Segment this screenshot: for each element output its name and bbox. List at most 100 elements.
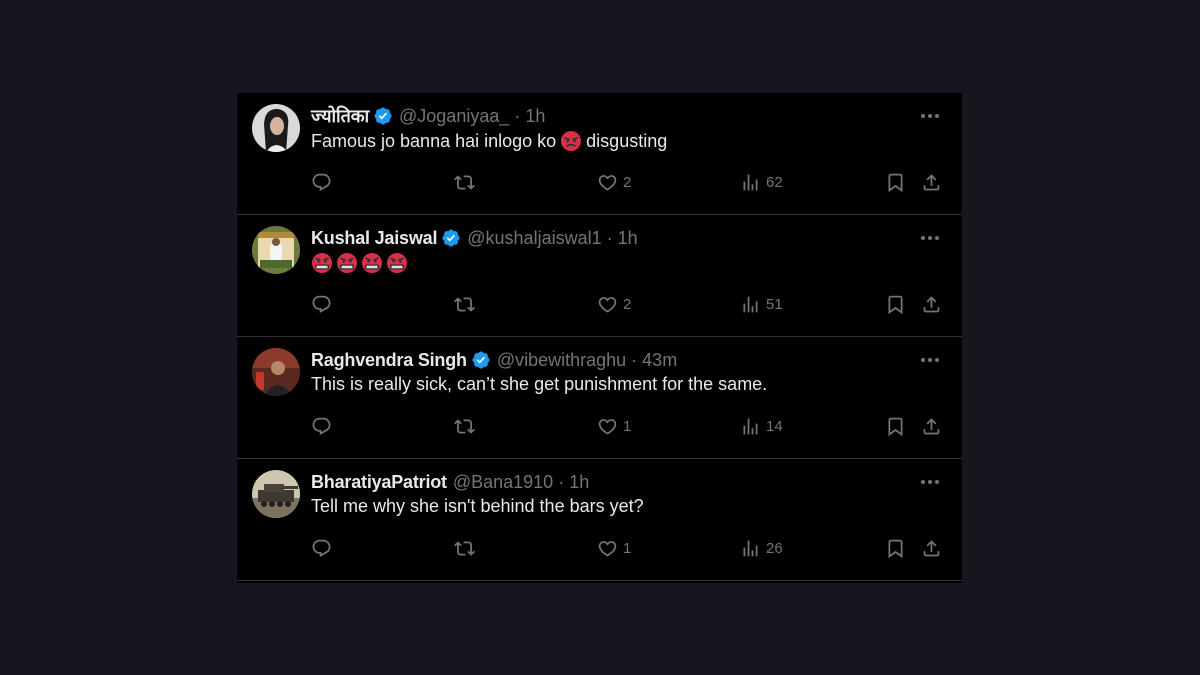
retweet-button[interactable] bbox=[454, 293, 475, 315]
author-handle[interactable]: @Bana1910 bbox=[453, 472, 553, 493]
tweet-text-part: Famous jo banna hai inlogo ko bbox=[311, 130, 557, 151]
views-button[interactable]: 51 bbox=[740, 293, 783, 315]
like-button[interactable]: 1 bbox=[597, 415, 631, 437]
author-name[interactable]: Raghvendra Singh bbox=[311, 350, 467, 371]
views-button[interactable]: 14 bbox=[740, 415, 783, 437]
share-icon bbox=[921, 538, 942, 559]
views-count: 26 bbox=[766, 539, 783, 557]
share-icon bbox=[921, 172, 942, 193]
share-icon bbox=[921, 416, 942, 437]
reply-button[interactable] bbox=[311, 293, 332, 315]
avatar[interactable] bbox=[252, 348, 300, 396]
action-bar: 2 51 bbox=[311, 293, 942, 315]
reply-tweet[interactable]: Raghvendra Singh @vibewithraghu · 43m Th… bbox=[237, 337, 962, 459]
separator: · bbox=[606, 227, 613, 248]
action-bar: 1 14 bbox=[311, 415, 942, 437]
views-count: 62 bbox=[766, 173, 783, 191]
retweet-icon bbox=[454, 538, 475, 559]
tweet-text bbox=[311, 252, 408, 274]
replies-panel: ज्योतिका @Joganiyaa_ · 1h Famous jo bann… bbox=[237, 93, 962, 583]
reply-icon bbox=[311, 172, 332, 193]
views-icon bbox=[740, 294, 761, 315]
separator: · bbox=[558, 471, 565, 492]
action-bar: 1 26 bbox=[311, 537, 942, 559]
reply-tweet[interactable]: ज्योतिका @Joganiyaa_ · 1h Famous jo bann… bbox=[237, 93, 962, 215]
share-icon bbox=[921, 294, 942, 315]
views-icon bbox=[740, 538, 761, 559]
more-icon[interactable] bbox=[918, 227, 942, 249]
more-icon[interactable] bbox=[918, 349, 942, 371]
bookmark-icon bbox=[885, 172, 906, 193]
reply-button[interactable] bbox=[311, 171, 332, 193]
cursing-face-emoji bbox=[386, 252, 408, 274]
bookmark-button[interactable] bbox=[885, 171, 906, 193]
like-button[interactable]: 1 bbox=[597, 537, 631, 559]
retweet-icon bbox=[454, 294, 475, 315]
reply-tweet[interactable]: BharatiyaPatriot @Bana1910 · 1h Tell me … bbox=[237, 459, 962, 581]
bookmark-icon bbox=[885, 416, 906, 437]
timestamp[interactable]: 43m bbox=[642, 350, 677, 371]
share-button[interactable] bbox=[921, 537, 942, 559]
cursing-face-emoji bbox=[311, 252, 333, 274]
author-name[interactable]: ज्योतिका bbox=[311, 104, 369, 128]
tweet-text: This is really sick, can’t she get punis… bbox=[311, 374, 768, 394]
avatar[interactable] bbox=[252, 470, 300, 518]
retweet-button[interactable] bbox=[454, 171, 475, 193]
heart-icon bbox=[597, 172, 618, 193]
verified-badge-icon bbox=[441, 228, 461, 248]
retweet-button[interactable] bbox=[454, 537, 475, 559]
like-button[interactable]: 2 bbox=[597, 171, 631, 193]
author-handle[interactable]: @vibewithraghu bbox=[497, 350, 626, 371]
reply-button[interactable] bbox=[311, 537, 332, 559]
like-count: 2 bbox=[623, 295, 632, 313]
reply-icon bbox=[311, 416, 332, 437]
bookmark-button[interactable] bbox=[885, 415, 906, 437]
tweet-text: Tell me why she isn't behind the bars ye… bbox=[311, 496, 644, 516]
share-button[interactable] bbox=[921, 171, 942, 193]
avatar[interactable] bbox=[252, 104, 300, 152]
reply-icon bbox=[311, 538, 332, 559]
retweet-button[interactable] bbox=[454, 415, 475, 437]
views-icon bbox=[740, 172, 761, 193]
bookmark-button[interactable] bbox=[885, 293, 906, 315]
timestamp[interactable]: 1h bbox=[618, 228, 638, 249]
author-handle[interactable]: @kushaljaiswal1 bbox=[467, 228, 601, 249]
cursing-face-emoji bbox=[361, 252, 383, 274]
reply-icon bbox=[311, 294, 332, 315]
angry-face-emoji bbox=[560, 130, 582, 152]
separator: · bbox=[631, 349, 638, 370]
more-icon[interactable] bbox=[918, 471, 942, 493]
author-name[interactable]: Kushal Jaiswal bbox=[311, 228, 437, 249]
views-button[interactable]: 62 bbox=[740, 171, 783, 193]
like-count: 1 bbox=[623, 417, 632, 435]
author-handle[interactable]: @Joganiyaa_ bbox=[399, 106, 509, 127]
timestamp[interactable]: 1h bbox=[569, 472, 589, 493]
bookmark-button[interactable] bbox=[885, 537, 906, 559]
timestamp[interactable]: 1h bbox=[525, 106, 545, 127]
verified-badge-icon bbox=[471, 350, 491, 370]
heart-icon bbox=[597, 294, 618, 315]
retweet-icon bbox=[454, 172, 475, 193]
tweet-text: Famous jo banna hai inlogo ko disgusting bbox=[311, 130, 667, 152]
views-button[interactable]: 26 bbox=[740, 537, 783, 559]
heart-icon bbox=[597, 538, 618, 559]
views-count: 14 bbox=[766, 417, 783, 435]
like-button[interactable]: 2 bbox=[597, 293, 631, 315]
separator: · bbox=[514, 105, 521, 126]
bookmark-icon bbox=[885, 294, 906, 315]
like-count: 2 bbox=[623, 173, 632, 191]
action-bar: 2 62 bbox=[311, 171, 942, 193]
tweet-text-part: disgusting bbox=[586, 130, 668, 151]
avatar[interactable] bbox=[252, 226, 300, 274]
reply-tweet[interactable]: Kushal Jaiswal @kushaljaiswal1 · 1h 2 51 bbox=[237, 215, 962, 337]
like-count: 1 bbox=[623, 539, 632, 557]
verified-badge-icon bbox=[373, 106, 393, 126]
retweet-icon bbox=[454, 416, 475, 437]
more-icon[interactable] bbox=[918, 105, 942, 127]
cursing-face-emoji bbox=[336, 252, 358, 274]
views-count: 51 bbox=[766, 295, 783, 313]
share-button[interactable] bbox=[921, 415, 942, 437]
share-button[interactable] bbox=[921, 293, 942, 315]
author-name[interactable]: BharatiyaPatriot bbox=[311, 472, 447, 493]
reply-button[interactable] bbox=[311, 415, 332, 437]
